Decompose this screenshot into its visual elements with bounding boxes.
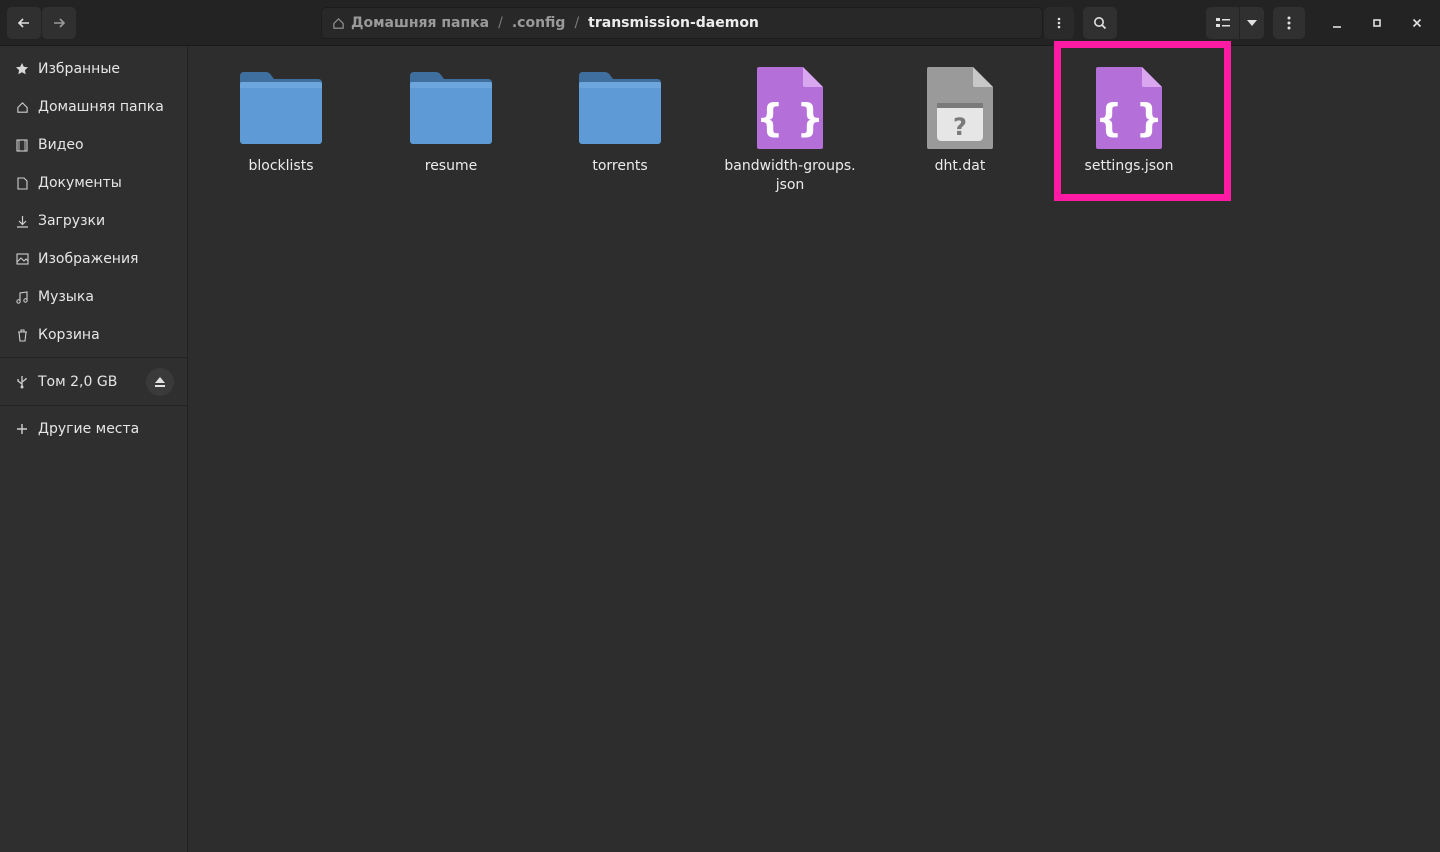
folder-icon [406,63,496,153]
sidebar-item-label: Видео [38,137,84,153]
vertical-dots-icon [1287,16,1291,30]
breadcrumb-config[interactable]: .config [512,15,566,31]
home-icon [15,100,29,114]
trash-icon [15,328,29,342]
breadcrumb-home[interactable]: Домашняя папка [351,15,489,31]
minimize-icon [1333,26,1341,28]
close-icon [1412,18,1422,28]
view-options-button[interactable] [1240,7,1264,39]
sidebar-item-label: Том 2,0 GB [38,374,118,390]
sidebar-item-label: Домашняя папка [38,99,164,115]
sidebar-item-home[interactable]: Домашняя папка [0,88,188,126]
minimize-button[interactable] [1325,11,1349,35]
folder-icon [575,63,665,153]
json-file-icon: { } [745,63,835,153]
folder-icon [236,63,326,153]
sidebar-item-label: Документы [38,175,122,191]
vertical-dots-icon [1057,17,1061,29]
video-icon [15,138,29,152]
file-name: dht.dat [934,158,986,174]
svg-text:?: ? [953,113,967,141]
list-view-icon [1215,18,1230,27]
sidebar-item-label: Корзина [38,327,100,343]
home-icon [332,17,345,30]
usb-icon [15,375,29,389]
file-item-folder[interactable]: torrents [545,63,695,176]
path-bar[interactable]: Домашняя папка / .config / transmission-… [321,7,1043,39]
forward-button[interactable] [42,7,76,39]
arrow-right-icon [54,18,66,28]
path-menu-button[interactable] [1044,7,1074,39]
download-icon [15,214,29,228]
sidebar-item-other-locations[interactable]: Другие места [0,410,188,448]
file-name: resume [424,158,478,174]
file-item-folder[interactable]: blocklists [206,63,356,176]
main-menu-button[interactable] [1273,7,1305,39]
document-icon [15,176,29,190]
sidebar-item-documents[interactable]: Документы [0,164,188,202]
search-icon [1094,17,1107,30]
chevron-down-icon [1247,20,1257,26]
star-icon [15,62,29,76]
eject-button[interactable] [146,368,174,396]
svg-text:{ }: { } [756,96,823,140]
back-button[interactable] [7,7,41,39]
search-button[interactable] [1083,7,1117,39]
sidebar-divider [0,357,188,358]
file-view[interactable]: blocklists resume torrents { } bandwidth… [189,41,1440,852]
file-item-unknown[interactable]: ? dht.dat [885,63,1035,176]
sidebar-item-music[interactable]: Музыка [0,278,188,316]
sidebar-item-favorites[interactable]: Избранные [0,50,188,88]
maximize-icon [1373,19,1381,27]
file-name: blocklists [248,158,314,174]
sidebar-item-label: Музыка [38,289,94,305]
sidebar-item-images[interactable]: Изображения [0,240,188,278]
eject-icon [155,377,165,387]
breadcrumb-current[interactable]: transmission-daemon [588,15,759,31]
sidebar-item-label: Избранные [38,61,120,77]
music-icon [15,290,29,304]
breadcrumb-separator: / [574,15,580,31]
sidebar: Избранные Домашняя папка Видео Документы… [0,47,188,852]
sidebar-item-label: Изображения [38,251,139,267]
plus-icon [15,422,29,436]
highlight-box [1054,41,1231,201]
close-button[interactable] [1405,11,1429,35]
header-bar: Домашняя папка / .config / transmission-… [0,0,1440,46]
file-name: bandwidth-groups. json [724,158,856,193]
unknown-file-icon: ? [915,63,1005,153]
file-name: torrents [592,158,648,174]
sidebar-item-label: Другие места [38,421,140,437]
sidebar-item-trash[interactable]: Корзина [0,316,188,354]
sidebar-divider [0,405,188,406]
maximize-button[interactable] [1365,11,1389,35]
breadcrumb-separator: / [498,15,503,31]
sidebar-item-label: Загрузки [38,213,106,229]
image-icon [15,252,29,266]
arrow-left-icon [17,18,29,28]
sidebar-item-downloads[interactable]: Загрузки [0,202,188,240]
file-item-folder[interactable]: resume [376,63,526,176]
sidebar-item-video[interactable]: Видео [0,126,188,164]
view-toggle-button[interactable] [1206,7,1239,39]
file-item-json[interactable]: { } bandwidth-groups. json [715,63,865,195]
